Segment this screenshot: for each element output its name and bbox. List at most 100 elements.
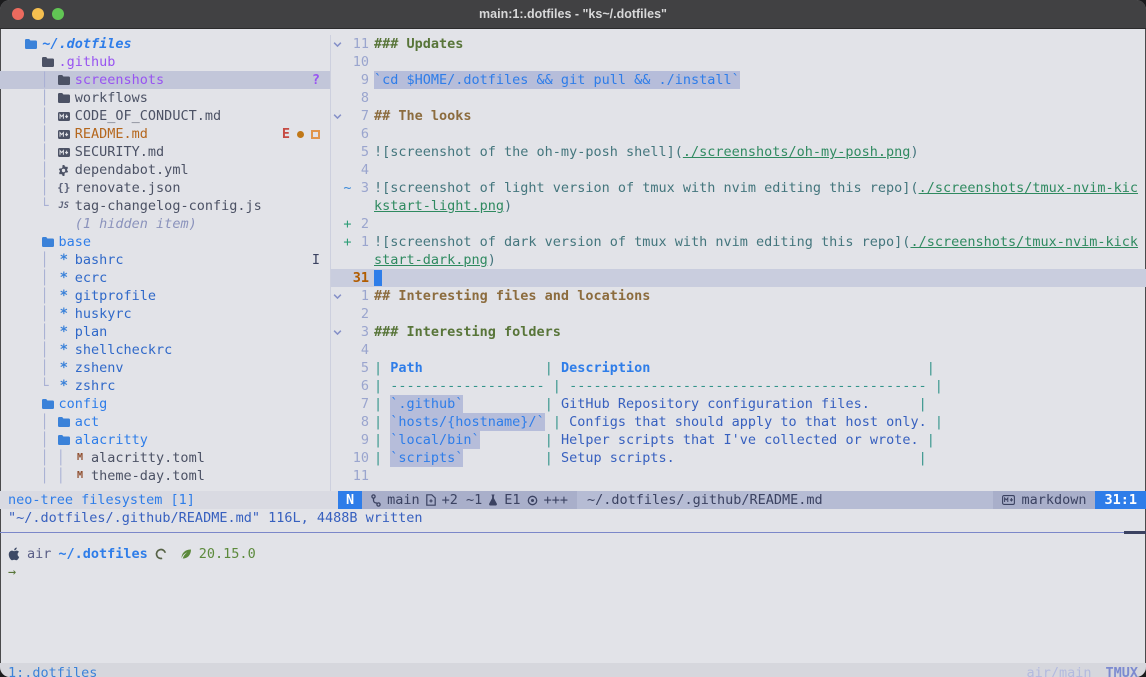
text-segment-pipe: |: [545, 431, 561, 449]
tree-item-screenshots[interactable]: │ screenshots?: [0, 71, 330, 89]
tree-item-alacritty.toml[interactable]: │ │ Malacritty.toml: [0, 449, 330, 467]
git-sign-column: +: [343, 215, 352, 233]
ast-icon: *: [57, 287, 71, 305]
tree-item-label: theme-day.toml: [91, 467, 205, 485]
ast-icon: *: [57, 269, 71, 287]
line-number: 3: [352, 179, 369, 197]
editor-line-5[interactable]: 5| Path | Description |: [331, 359, 1146, 377]
tree-item--1-hidden-item-[interactable]: (1 hidden item): [0, 215, 330, 233]
text-segment-cell: GitHub Repository configuration files.: [561, 395, 870, 413]
tree-item-zshenv[interactable]: │ *zshenv: [0, 359, 330, 377]
tree-item-workflows[interactable]: │ workflows: [0, 89, 330, 107]
editor-line-10[interactable]: 10| `scripts` | Setup scripts. |: [331, 449, 1146, 467]
editor-line-2[interactable]: 2: [331, 305, 1146, 323]
tmux-label: TMUX: [1105, 663, 1138, 677]
tree-item-label: gitprofile: [75, 287, 156, 305]
editor-line-6[interactable]: 6: [331, 125, 1146, 143]
tree-item--.dotfiles[interactable]: ~/.dotfiles: [0, 35, 330, 53]
tmux-session-name: air/main: [1026, 663, 1091, 677]
editor-line-11[interactable]: 11### Updates: [331, 35, 1146, 53]
editor-line-3[interactable]: 3### Interesting folders: [331, 323, 1146, 341]
editor-line-8[interactable]: 8| `hosts/{hostname}/` | Configs that sh…: [331, 413, 1146, 431]
text-segment-url: kstart-light.png: [374, 197, 504, 215]
editor-line-4[interactable]: 4: [331, 341, 1146, 359]
editor-line-7[interactable]: 7| `.github` | GitHub Repository configu…: [331, 395, 1146, 413]
tree-item-readme.md[interactable]: │ README.mdE: [0, 125, 330, 143]
tmux-window-item[interactable]: 1:.dotfiles: [8, 663, 97, 677]
tree-item-config[interactable]: config: [0, 395, 330, 413]
fold-chevron-icon[interactable]: [331, 292, 343, 301]
tree-item-dependabot.yml[interactable]: │ dependabot.yml: [0, 161, 330, 179]
text-segment-url: start-dark.png: [374, 251, 488, 269]
tree-item-bashrc[interactable]: │ *bashrcI: [0, 251, 330, 269]
tree-item-gitprofile[interactable]: │ *gitprofile: [0, 287, 330, 305]
text-segment-alt: ): [504, 197, 512, 215]
editor-line-4[interactable]: 4: [331, 161, 1146, 179]
text-segment-pipe: |: [374, 449, 390, 467]
editor-line-7[interactable]: 7## The looks: [331, 107, 1146, 125]
editor-line-wrap[interactable]: start-dark.png): [331, 251, 1146, 269]
text-segment-plain: [423, 359, 545, 377]
editor-line-1[interactable]: +1![screenshot of dark version of tmux w…: [331, 233, 1146, 251]
text-segment-plain: [480, 431, 545, 449]
folder-icon: [57, 93, 71, 103]
tree-item-plan[interactable]: │ *plan: [0, 323, 330, 341]
folder-icon: [41, 399, 55, 409]
text-segment-alt: ): [910, 143, 918, 161]
editor-line-10[interactable]: 10: [331, 53, 1146, 71]
tree-item-renovate.json[interactable]: │ {}renovate.json: [0, 179, 330, 197]
tree-item-tag-changelog-config.js[interactable]: └ JStag-changelog-config.js: [0, 197, 330, 215]
tmux-pane-divider[interactable]: [0, 527, 1146, 535]
line-number: 11: [352, 467, 369, 485]
editor-line-wrap[interactable]: kstart-light.png): [331, 197, 1146, 215]
fold-chevron-icon[interactable]: [331, 40, 343, 49]
tree-item-huskyrc[interactable]: │ *huskyrc: [0, 305, 330, 323]
neotree-statusline: neo-tree filesystem [1]: [0, 491, 338, 509]
js-icon: JS: [57, 197, 71, 215]
editor-line-6[interactable]: 6| ------------------- | ---------------…: [331, 377, 1146, 395]
text-segment-alt: ![screenshot of the oh-my-posh shell](: [374, 143, 683, 161]
badge-?: ?: [312, 71, 320, 89]
fold-chevron-icon[interactable]: [331, 328, 343, 337]
tree-item-security.md[interactable]: │ SECURITY.md: [0, 143, 330, 161]
md-icon: [57, 112, 71, 121]
tree-item-alacritty[interactable]: │ alacritty: [0, 431, 330, 449]
editor-line-8[interactable]: 8: [331, 89, 1146, 107]
text-segment-h3: ### Updates: [374, 35, 463, 53]
text-segment-plain: [463, 449, 544, 467]
tree-item-shellcheckrc[interactable]: │ *shellcheckrc: [0, 341, 330, 359]
line-number: 2: [352, 305, 369, 323]
editor-line-2[interactable]: +2: [331, 215, 1146, 233]
folder-icon: [41, 57, 55, 67]
tree-item-label: SECURITY.md: [75, 143, 164, 161]
tree-item-badges: E: [282, 125, 320, 143]
apple-icon: [8, 547, 20, 561]
shell-input-line[interactable]: →: [0, 563, 1146, 581]
tree-item-act[interactable]: │ act: [0, 413, 330, 431]
editor-line-5[interactable]: 5![screenshot of the oh-my-posh shell](.…: [331, 143, 1146, 161]
text-segment-pipe: |: [374, 395, 390, 413]
tree-item-zshrc[interactable]: └ *zshrc: [0, 377, 330, 395]
editor-line-11[interactable]: 11: [331, 467, 1146, 485]
title-bar: main:1:.dotfiles - "ks~/.dotfiles": [0, 0, 1146, 29]
line-number: 1: [352, 287, 369, 305]
tree-item-.github[interactable]: .github: [0, 53, 330, 71]
prompt-hostname: air: [27, 545, 51, 563]
ast-icon: *: [57, 359, 71, 377]
line-number: 8: [352, 89, 369, 107]
editor-line-3[interactable]: ~3![screenshot of light version of tmux …: [331, 179, 1146, 197]
tree-item-base[interactable]: base: [0, 233, 330, 251]
statusline: neo-tree filesystem [1] N main +2 ~1 E1 …: [0, 491, 1146, 509]
editor-line-31[interactable]: 31: [331, 269, 1146, 287]
text-segment-alt: ![screenshot of dark version of tmux wit…: [374, 233, 910, 251]
tree-item-theme-day.toml[interactable]: │ │ Mtheme-day.toml: [0, 467, 330, 485]
editor-line-9[interactable]: 9| `local/bin` | Helper scripts that I'v…: [331, 431, 1146, 449]
editor-line-1[interactable]: 1## Interesting files and locations: [331, 287, 1146, 305]
shell-pane[interactable]: air ~/.dotfiles 20.15.0 →: [0, 535, 1146, 663]
tree-item-code-of-conduct.md[interactable]: │ CODE_OF_CONDUCT.md: [0, 107, 330, 125]
editor-line-9[interactable]: 9`cd $HOME/.dotfiles && git pull && ./in…: [331, 71, 1146, 89]
fold-chevron-icon[interactable]: [331, 112, 343, 121]
tree-item-ecrc[interactable]: │ *ecrc: [0, 269, 330, 287]
tree-item-label: act: [75, 413, 99, 431]
tree-item-label: alacritty: [75, 431, 148, 449]
